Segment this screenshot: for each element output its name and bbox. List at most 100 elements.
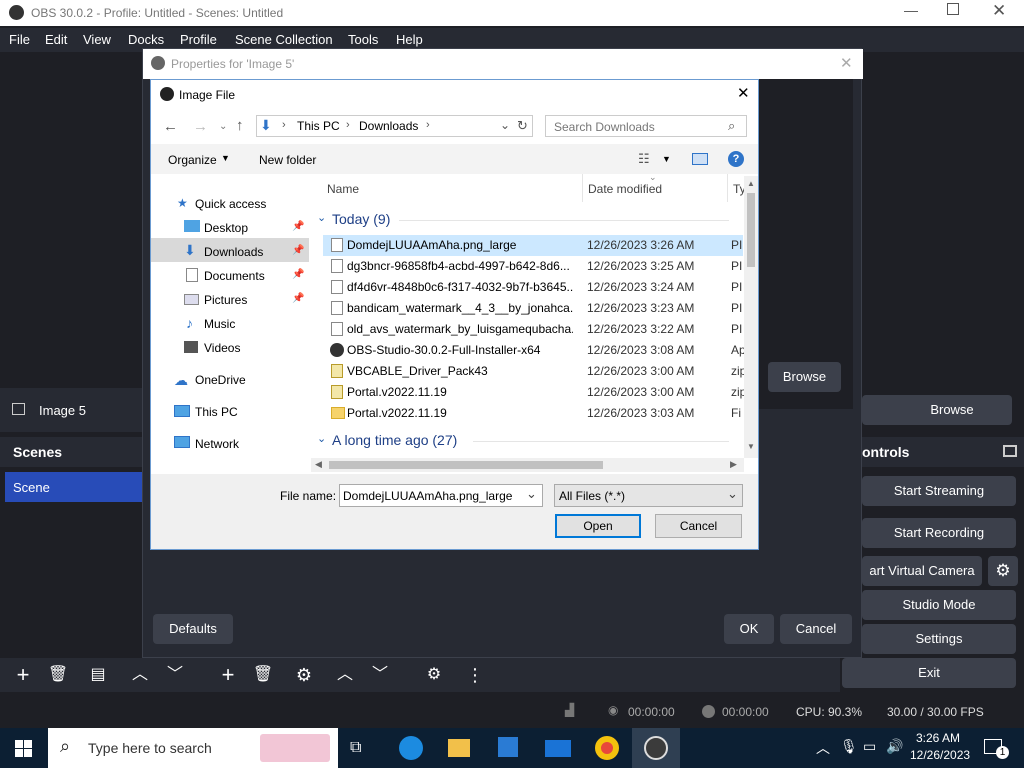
nav-desktop[interactable]: Desktop [204, 221, 248, 235]
file-row[interactable]: bandicam_watermark__4_3__by_jonahca... 1… [323, 298, 743, 319]
scroll-right-icon[interactable]: ▶ [730, 459, 737, 470]
windows-start-icon[interactable] [15, 740, 32, 757]
file-row[interactable]: dg3bncr-96858fb4-acbd-4997-b642-8d6... 1… [323, 256, 743, 277]
menu-profile[interactable]: Profile [180, 32, 217, 47]
add-source-icon[interactable]: + [213, 661, 243, 689]
file-row[interactable]: OBS-Studio-30.0.2-Full-Installer-x64 12/… [323, 340, 746, 361]
chevron-down-icon[interactable]: ▼ [662, 154, 671, 164]
taskbar-search-input[interactable]: Type here to search [88, 740, 212, 756]
chevron-down-icon[interactable]: ⌄ [317, 211, 326, 224]
forward-arrow-icon[interactable]: → [193, 118, 208, 135]
nav-this-pc[interactable]: This PC [195, 405, 238, 419]
file-explorer-icon[interactable] [448, 739, 470, 757]
properties-cancel-button[interactable]: Cancel [780, 614, 852, 644]
store-icon[interactable] [498, 737, 518, 757]
menu-help[interactable]: Help [396, 32, 423, 47]
close-icon[interactable]: ✕ [840, 54, 853, 72]
menu-scene-collection[interactable]: Scene Collection [235, 32, 333, 47]
scroll-down-icon[interactable]: ▼ [747, 442, 755, 451]
taskbar-search-box[interactable]: ⌕ Type here to search [48, 728, 338, 768]
task-view-icon[interactable]: ⧉ [350, 739, 361, 757]
source-properties-icon[interactable]: ⚙ [289, 661, 319, 689]
organize-button[interactable]: Organize [168, 153, 217, 167]
breadcrumb-downloads[interactable]: Downloads [359, 119, 418, 133]
chevron-down-icon[interactable]: ⌄ [526, 486, 537, 502]
start-virtual-camera-button[interactable]: art Virtual Camera [862, 556, 982, 586]
view-options-icon[interactable]: ☷ [638, 151, 650, 167]
back-arrow-icon[interactable]: ← [163, 118, 178, 135]
chrome-icon[interactable] [595, 736, 619, 760]
scene-list-item[interactable]: Scene [5, 472, 142, 502]
group-today[interactable]: Today (9) [332, 211, 390, 227]
chevron-up-icon[interactable]: ︿ [816, 738, 830, 758]
nav-network[interactable]: Network [195, 437, 239, 451]
up-arrow-icon[interactable]: ↑ [236, 117, 244, 134]
obs-taskbar-button[interactable] [632, 728, 680, 768]
clock-date[interactable]: 12/26/2023 [910, 748, 970, 762]
remove-source-icon[interactable]: 🗑 [248, 661, 278, 689]
new-folder-button[interactable]: New folder [259, 153, 316, 167]
file-row[interactable]: old_avs_watermark_by_luisgamequbacha... … [323, 319, 743, 340]
source-down-icon[interactable]: ﹀ [365, 661, 395, 689]
column-header-name[interactable]: Name [327, 182, 359, 196]
preview-pane-icon[interactable] [692, 153, 708, 165]
start-streaming-button[interactable]: Start Streaming [862, 476, 1016, 506]
refresh-icon[interactable]: ↻ [517, 118, 528, 134]
properties-browse-button[interactable]: Browse [768, 362, 841, 392]
defaults-button[interactable]: Defaults [153, 614, 233, 644]
column-header-date[interactable]: Date modified [588, 182, 662, 196]
nav-videos[interactable]: Videos [204, 341, 240, 355]
nav-pictures[interactable]: Pictures [204, 293, 247, 307]
source-up-icon[interactable]: ︿ [330, 661, 360, 689]
breadcrumb-this-pc[interactable]: This PC [297, 119, 340, 133]
cancel-button[interactable]: Cancel [655, 514, 742, 538]
nav-documents[interactable]: Documents [204, 269, 265, 283]
file-row[interactable]: VBCABLE_Driver_Pack43 12/26/2023 3:00 AM… [323, 361, 746, 382]
undock-icon[interactable] [1003, 445, 1017, 457]
chevron-down-icon[interactable]: ⌄ [500, 118, 510, 132]
microphone-icon[interactable]: 🎙 [840, 738, 858, 755]
ok-button[interactable]: OK [724, 614, 774, 644]
studio-mode-button[interactable]: Studio Mode [862, 590, 1016, 620]
scene-filters-icon[interactable]: ▤ [83, 661, 113, 689]
menu-tools[interactable]: Tools [348, 32, 378, 47]
file-row[interactable]: DomdejLUUAAmAha.png_large 12/26/2023 3:2… [323, 235, 743, 256]
search-box[interactable]: Search Downloads ⌕ [545, 115, 747, 137]
horizontal-scrollbar[interactable]: ◀ ▶ [311, 458, 744, 472]
vertical-scrollbar[interactable]: ▲ ▼ [744, 176, 758, 458]
move-down-icon[interactable]: ﹀ [160, 661, 190, 689]
menu-view[interactable]: View [83, 32, 111, 47]
settings-button[interactable]: Settings [862, 624, 1016, 654]
address-bar[interactable]: ⬇ › This PC › Downloads › ⌄ ↻ [256, 115, 533, 137]
file-row[interactable]: Portal.v2022.11.19 12/26/2023 3:03 AM Fi [323, 403, 743, 424]
maximize-icon[interactable] [947, 3, 959, 15]
nav-quick-access[interactable]: Quick access [195, 197, 266, 211]
exit-button[interactable]: Exit [842, 658, 1016, 688]
scrollbar-thumb[interactable] [747, 193, 755, 267]
remove-scene-icon[interactable]: 🗑 [43, 661, 73, 689]
close-icon[interactable]: ✕ [992, 1, 1006, 21]
clock-time[interactable]: 3:26 AM [916, 731, 960, 745]
menu-edit[interactable]: Edit [45, 32, 67, 47]
edge-icon[interactable] [399, 736, 423, 760]
scroll-up-icon[interactable]: ▲ [747, 179, 755, 188]
group-long-ago[interactable]: A long time ago (27) [332, 432, 457, 448]
file-row[interactable]: df4d6vr-4848b0c6-f317-4032-9b7f-b3645...… [323, 277, 743, 298]
start-recording-button[interactable]: Start Recording [862, 518, 1016, 548]
add-scene-icon[interactable]: + [8, 661, 38, 689]
mail-icon[interactable] [545, 740, 571, 757]
file-name-field[interactable]: DomdejLUUAAmAha.png_large ⌄ [339, 484, 543, 507]
nav-onedrive[interactable]: OneDrive [195, 373, 246, 387]
network-status-icon[interactable]: ▭ [863, 738, 876, 755]
nav-downloads[interactable]: Downloads [204, 245, 263, 259]
search-input[interactable]: Search Downloads [554, 120, 655, 134]
menu-file[interactable]: File [9, 32, 30, 47]
file-row[interactable]: Portal.v2022.11.19 12/26/2023 3:00 AM zi… [323, 382, 746, 403]
move-up-icon[interactable]: ︿ [125, 661, 155, 689]
volume-icon[interactable]: 🔊 [886, 738, 903, 755]
obs-browse-button[interactable]: Browse [862, 395, 1012, 425]
nav-music[interactable]: Music [204, 317, 235, 331]
open-button[interactable]: Open [555, 514, 641, 538]
menu-docks[interactable]: Docks [128, 32, 164, 47]
scrollbar-thumb[interactable] [329, 461, 603, 469]
